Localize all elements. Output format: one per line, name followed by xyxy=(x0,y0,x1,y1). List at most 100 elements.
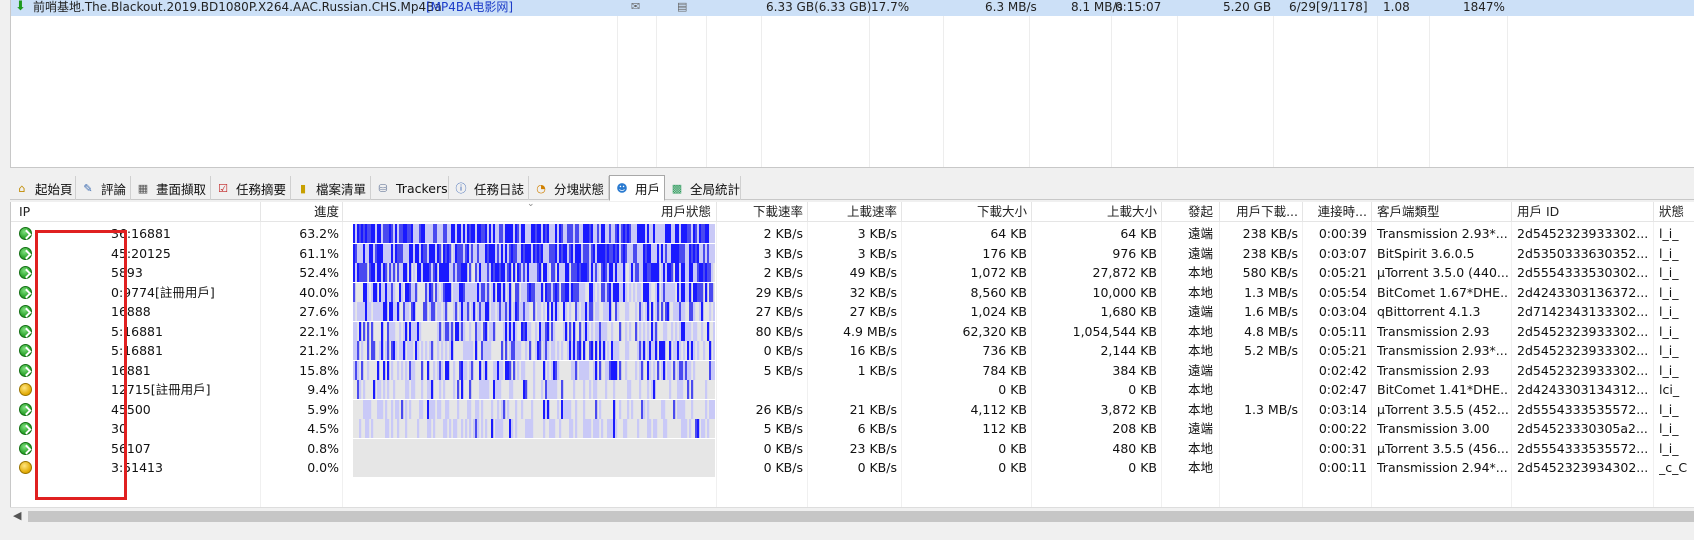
connected-icon xyxy=(19,363,32,377)
status-bar-piece xyxy=(637,224,640,243)
col-user-down[interactable]: 用戶下載... xyxy=(1223,202,1298,222)
tab-screenshots[interactable]: ▦ 畫面擷取 xyxy=(131,176,211,200)
status-bar-piece xyxy=(557,360,560,380)
tab-block-status[interactable]: ◔ 分塊狀態 xyxy=(529,176,609,200)
col-down-speed[interactable]: 下載速率 xyxy=(719,202,803,222)
peer-row[interactable]: 5:16881 21.2% 0 KB/s 16 KB/s 736 KB 2,144 KB 本… xyxy=(11,340,1694,361)
status-bar-piece xyxy=(533,360,536,380)
tab-file-list[interactable]: ▮ 檔案清單 xyxy=(291,176,371,200)
status-bar-piece xyxy=(675,243,678,263)
status-bar-piece xyxy=(653,419,656,438)
col-down-size[interactable]: 下載大小 xyxy=(905,202,1027,222)
peer-row[interactable]: 12715[註冊用戶] 9.4% 0 KB 0 KB 本地 0:02:47 BitComet… xyxy=(11,379,1694,400)
status-bar-piece xyxy=(661,243,664,263)
status-bar-piece xyxy=(461,419,464,438)
tab-summary[interactable]: ☑ 任務摘要 xyxy=(211,176,291,200)
status-bar-piece xyxy=(499,224,502,243)
col-ip[interactable]: IP xyxy=(19,202,239,222)
task-list[interactable]: ⬇ 前哨基地.The.Blackout.2019.BD1080P.X264.AA… xyxy=(10,0,1694,168)
status-bar-piece xyxy=(539,282,542,302)
status-bar-piece xyxy=(517,360,520,380)
peer-row[interactable]: 5:16881 22.1% 80 KB/s 4.9 MB/s 62,320 KB 1,05… xyxy=(11,321,1694,342)
status-bar-piece xyxy=(693,302,696,321)
status-bar-piece xyxy=(599,341,602,360)
status-bar-piece xyxy=(499,302,502,321)
scroll-left-icon[interactable]: ◀ xyxy=(13,509,21,522)
tab-peers[interactable]: ☻ 用戶 xyxy=(609,175,665,201)
tab-home[interactable]: ⌂ 起始頁 xyxy=(10,176,76,200)
peer-row[interactable]: 45:20125 61.1% 3 KB/s 3 KB/s 176 KB 976 KB 遠端 2… xyxy=(11,243,1694,264)
status-bar-piece xyxy=(485,243,488,263)
status-bar-piece xyxy=(613,399,616,419)
status-bar-piece xyxy=(575,263,578,282)
tab-task-log[interactable]: ⓘ 任務日誌 xyxy=(449,176,529,200)
col-state[interactable]: 狀態 xyxy=(1659,202,1694,222)
status-bar-piece xyxy=(595,399,598,419)
status-bar-piece xyxy=(679,302,682,321)
status-bar-piece xyxy=(595,360,598,380)
peer-row[interactable]: 16888 27.6% 27 KB/s 27 KB/s 1,024 KB 1,680 KB… xyxy=(11,301,1694,322)
status-bar-piece xyxy=(507,224,510,243)
tab-trackers[interactable]: ⛁ Trackers xyxy=(371,176,449,200)
status-bar-piece xyxy=(685,263,688,282)
status-bar-piece xyxy=(639,380,642,399)
status-bar-piece xyxy=(361,243,364,263)
col-up-speed[interactable]: 上載速率 xyxy=(811,202,897,222)
status-bar-piece xyxy=(573,380,576,399)
peer-row[interactable]: 3:51413 0.0% 0 KB/s 0 KB/s 0 KB 0 KB 本地 0:00:11… xyxy=(11,457,1694,478)
status-bar-piece xyxy=(519,263,522,282)
tab-comments[interactable]: ✎ 評論 xyxy=(76,176,131,200)
status-bar-piece xyxy=(659,224,662,243)
status-bar-piece xyxy=(603,282,606,302)
peer-up-speed: 21 KB/s xyxy=(849,401,897,417)
col-client[interactable]: 客戶端類型 xyxy=(1377,202,1507,222)
status-bar-piece xyxy=(547,321,550,341)
status-bar-piece xyxy=(403,321,406,341)
status-bar-piece xyxy=(569,224,572,243)
status-bar-piece xyxy=(689,302,692,321)
status-bar-piece xyxy=(701,282,704,302)
status-bar-piece xyxy=(687,341,690,360)
status-bar-piece xyxy=(613,419,616,438)
status-bar-piece xyxy=(619,263,622,282)
status-bar-piece xyxy=(543,302,546,321)
peer-row[interactable]: 0:9774[註冊用戶] 40.0% 29 KB/s 32 KB/s 8,560 KB 1… xyxy=(11,282,1694,303)
peer-up-speed: 3 KB/s xyxy=(857,245,897,261)
status-bar-piece xyxy=(649,419,652,438)
status-bar-piece xyxy=(641,302,644,321)
peer-row[interactable]: 56107 0.8% 0 KB/s 23 KB/s 0 KB 480 KB 本地 0:00:3… xyxy=(11,438,1694,459)
stats-icon: ▩ xyxy=(671,181,683,195)
peer-row[interactable]: 36:16881 63.2% 2 KB/s 3 KB/s 64 KB 64 KB 遠端 238… xyxy=(11,223,1694,244)
task-row-selected[interactable]: ⬇ 前哨基地.The.Blackout.2019.BD1080P.X264.AA… xyxy=(11,0,1694,16)
col-peer-status[interactable]: 用戶狀態 xyxy=(345,202,711,222)
col-conn-time[interactable]: 連接時... xyxy=(1305,202,1367,222)
peer-initiator: 本地 xyxy=(1187,382,1213,397)
status-bar-piece xyxy=(667,263,670,282)
col-progress[interactable]: 進度 xyxy=(263,202,339,222)
status-bar-piece xyxy=(415,282,418,302)
status-bar-piece xyxy=(421,360,424,380)
status-bar-piece xyxy=(631,263,634,282)
tab-global-stats[interactable]: ▩ 全局統計 xyxy=(665,176,741,200)
peers-table[interactable]: IP 進度 ⌄ 用戶狀態 下載速率 上載速率 下載大小 上載大小 發起 用戶下載… xyxy=(10,202,1694,540)
status-bar-piece xyxy=(353,224,356,243)
peer-state: l_i_ xyxy=(1659,245,1679,261)
col-user-id[interactable]: 用戶 ID xyxy=(1517,202,1651,222)
horizontal-scrollbar[interactable]: ◀ xyxy=(10,507,1694,524)
status-bar-piece xyxy=(437,360,440,380)
task-tag[interactable]: [MP4BA电影网] xyxy=(426,0,513,14)
col-initiator[interactable]: 發起 xyxy=(1165,202,1213,222)
scrollbar-thumb[interactable] xyxy=(28,511,1694,522)
peer-row[interactable]: 16881 15.8% 5 KB/s 1 KB/s 784 KB 384 KB 遠端 0:02… xyxy=(11,360,1694,381)
connected-icon xyxy=(19,441,32,455)
status-bar-piece xyxy=(469,380,472,399)
status-bar-piece xyxy=(645,302,648,321)
col-up-size[interactable]: 上載大小 xyxy=(1035,202,1157,222)
status-bar-piece xyxy=(531,263,534,282)
peer-row[interactable]: 5893 52.4% 2 KB/s 49 KB/s 1,072 KB 27,872 KB 本… xyxy=(11,262,1694,283)
peer-row[interactable]: 30 4.5% 5 KB/s 6 KB/s 112 KB 208 KB 遠端 0:00:22 T… xyxy=(11,418,1694,439)
status-bar-piece xyxy=(443,321,446,341)
peer-row[interactable]: 45500 5.9% 26 KB/s 21 KB/s 4,112 KB 3,872 KB 本… xyxy=(11,399,1694,420)
status-bar-piece xyxy=(369,399,372,419)
status-bar-piece xyxy=(553,380,556,399)
